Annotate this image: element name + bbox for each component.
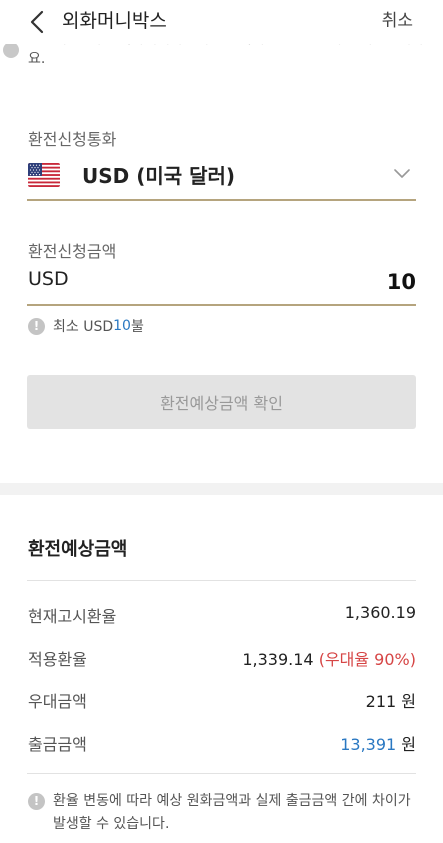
applied-rate-open: (: [313, 650, 325, 669]
amount-unit: USD: [28, 268, 69, 290]
withdraw-amount-row: 출금금액 13,391 원: [28, 731, 416, 755]
divider: [27, 580, 416, 581]
notice-info-icon: [3, 42, 19, 58]
discount-amount-unit: 원: [396, 692, 416, 711]
divider: [27, 773, 416, 774]
section-divider: [0, 483, 443, 495]
current-rate-value: 1,360.19: [344, 603, 416, 622]
estimate-title: 환전예상금액: [28, 539, 128, 560]
withdraw-amount-unit: 원: [396, 735, 416, 754]
withdraw-amount-label: 출금금액: [28, 735, 87, 754]
discount-rate: 우대율 90%: [324, 650, 410, 669]
top-notice-tail: 요.: [28, 51, 46, 67]
page-title: 외화머니박스: [62, 10, 167, 32]
discount-amount-row: 우대금액 211 원: [28, 688, 416, 712]
amount-label: 환전신청금액: [28, 242, 117, 261]
current-rate-label: 현재고시환율: [28, 607, 117, 626]
withdraw-amount-value: 13,391: [340, 735, 397, 754]
withdraw-amount-value-group: 13,391 원: [340, 731, 416, 755]
cancel-button[interactable]: 취소: [382, 9, 413, 33]
min-note-value: 10: [113, 318, 131, 334]
header: 외화머니박스 취소: [0, 0, 443, 44]
discount-amount-value: 211: [365, 692, 397, 711]
applied-rate-value-group: 1,339.14 (우대율 90%): [242, 646, 416, 670]
amount-field: USD: [27, 262, 416, 306]
bottom-note: ! 환율 변동에 따라 예상 원화금액과 실제 출금금액 간에 차이가 발생할 …: [28, 790, 420, 836]
current-rate-row: 현재고시환율 1,360.19: [28, 603, 416, 627]
chevron-down-icon: [394, 169, 410, 178]
us-flag-icon: [28, 163, 60, 187]
confirm-estimate-button[interactable]: 환전예상금액 확인: [27, 375, 416, 429]
discount-amount-label: 우대금액: [28, 692, 87, 711]
applied-rate-label: 적용환율: [28, 650, 87, 669]
discount-amount-value-group: 211 원: [366, 688, 416, 712]
currency-label: 환전신청통화: [28, 130, 117, 149]
amount-input[interactable]: [166, 264, 416, 300]
bottom-note-text: 환율 변동에 따라 예상 원화금액과 실제 출금금액 간에 차이가 발생할 수 …: [53, 793, 411, 832]
applied-rate-close: ): [409, 650, 416, 669]
back-icon[interactable]: [28, 8, 48, 36]
min-amount-note: ! 최소 USD 10 불: [28, 316, 144, 336]
currency-value: USD (미국 달러): [82, 164, 236, 188]
currency-select[interactable]: USD (미국 달러): [27, 154, 416, 201]
min-note-suffix: 불: [130, 319, 144, 335]
page: 환전 후 잔액은 외화머니박스에 보관되며 출금 시 원화로 지급됩니다 요. …: [0, 0, 443, 843]
info-icon: !: [28, 793, 45, 810]
info-icon: !: [28, 317, 45, 335]
applied-rate-row: 적용환율 1,339.14 (우대율 90%): [28, 646, 416, 670]
applied-rate-value: 1,339.14: [242, 650, 314, 669]
min-note-prefix: 최소 USD: [53, 319, 114, 335]
